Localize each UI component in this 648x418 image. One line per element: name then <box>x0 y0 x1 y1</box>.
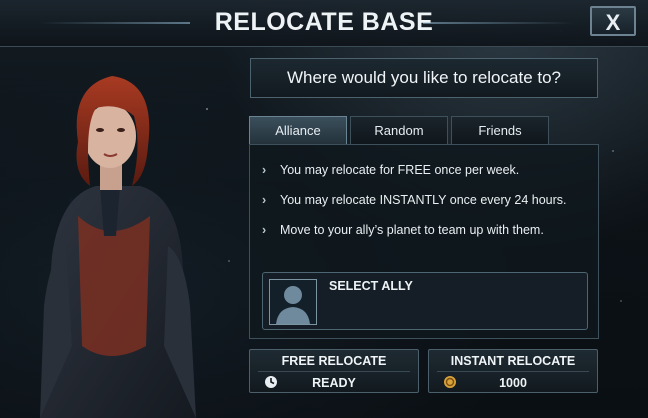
title-bar: RELOCATE BASE X <box>0 0 648 47</box>
tab-alliance[interactable]: Alliance <box>249 116 347 144</box>
alliance-tab-panel: › You may relocate for FREE once per week… <box>249 144 599 339</box>
silhouette-icon <box>269 279 317 325</box>
close-button[interactable]: X <box>590 6 636 36</box>
info-line: › You may relocate INSTANTLY once every 2… <box>262 193 567 207</box>
relocate-tabs: Alliance Random Friends <box>249 116 599 144</box>
relocate-prompt: Where would you like to relocate to? <box>250 58 598 98</box>
dialog-title: RELOCATE BASE <box>214 8 434 36</box>
button-divider <box>258 371 410 372</box>
tab-random[interactable]: Random <box>350 116 448 144</box>
info-line-text: You may relocate INSTANTLY once every 24… <box>280 193 567 207</box>
info-line-text: You may relocate for FREE once per week. <box>280 163 520 177</box>
info-line: › You may relocate for FREE once per week… <box>262 163 519 177</box>
free-relocate-status: READY <box>312 376 356 390</box>
chevron-right-icon: › <box>262 163 267 177</box>
button-divider <box>437 371 589 372</box>
select-ally-button[interactable]: SELECT ALLY <box>262 272 588 330</box>
info-line-text: Move to your ally’s planet to team up wi… <box>280 223 544 237</box>
instant-relocate-button[interactable]: INSTANT RELOCATE 1000 <box>428 349 598 393</box>
tab-friends[interactable]: Friends <box>451 116 549 144</box>
instant-relocate-cost: 1000 <box>499 376 527 390</box>
chevron-right-icon: › <box>262 223 267 237</box>
chevron-right-icon: › <box>262 193 267 207</box>
character-portrait <box>0 46 240 418</box>
free-relocate-button[interactable]: FREE RELOCATE READY <box>249 349 419 393</box>
info-line: › Move to your ally’s planet to team up w… <box>262 223 544 237</box>
select-ally-label: SELECT ALLY <box>329 279 413 293</box>
instant-relocate-label: INSTANT RELOCATE <box>450 354 576 368</box>
free-relocate-label: FREE RELOCATE <box>281 354 387 368</box>
relocate-base-dialog: RELOCATE BASE X Where would you like to … <box>0 0 648 418</box>
